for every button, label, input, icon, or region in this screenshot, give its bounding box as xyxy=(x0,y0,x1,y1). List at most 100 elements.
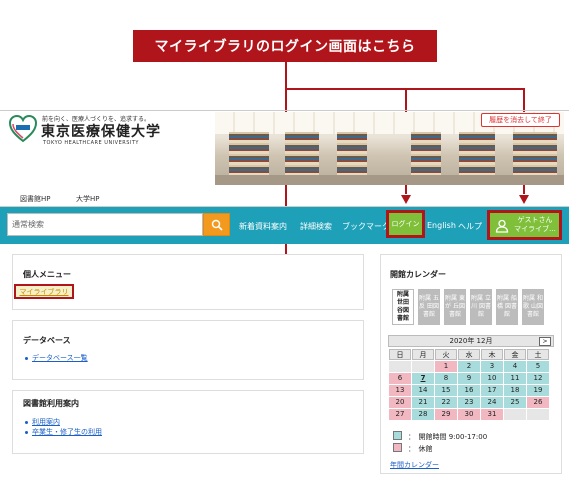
guest-line-1: ゲストさん xyxy=(517,216,553,224)
calendar-day: 6 xyxy=(389,373,411,384)
calendar-day: 7 xyxy=(412,373,434,384)
hero-shelf xyxy=(337,132,367,178)
hero-shelf xyxy=(285,132,319,178)
next-month-button[interactable]: > xyxy=(539,337,551,346)
university-logo[interactable]: 前を向く、医療人づくりを、追求する。 東京医療保健大学 TOKYO HEALTH… xyxy=(8,112,208,152)
logo-name: 東京医療保健大学 xyxy=(41,124,161,140)
user-icon xyxy=(495,219,509,233)
nav-english[interactable]: English xyxy=(427,221,456,230)
calendar-day: 14 xyxy=(412,385,434,396)
list-bullet xyxy=(25,357,28,360)
library-tab[interactable]: 附属 東が 丘図 書館 xyxy=(444,289,466,325)
calendar-day: 19 xyxy=(527,385,549,396)
calendar-day: 22 xyxy=(435,397,457,408)
login-button[interactable]: ログイン xyxy=(386,210,425,238)
calendar-day: 18 xyxy=(504,385,526,396)
calendar-day xyxy=(504,409,526,420)
calendar-day: 26 xyxy=(527,397,549,408)
library-tab[interactable]: 附属 世田 谷図 書館 xyxy=(392,289,414,325)
calendar-day: 21 xyxy=(412,397,434,408)
logo-name-en: TOKYO HEALTHCARE UNIVERSITY xyxy=(43,140,139,146)
calendar-day: 4 xyxy=(504,361,526,372)
calendar-day: 12 xyxy=(527,373,549,384)
hero-shelf xyxy=(459,132,495,178)
nav-new-arrivals[interactable]: 新着資料案内 xyxy=(239,221,287,232)
library-guide-title: 図書館利用案内 xyxy=(23,399,79,408)
calendar-day: 24 xyxy=(481,397,503,408)
library-tab[interactable]: 附属 五反 田図 書館 xyxy=(418,289,440,325)
calendar-day: 29 xyxy=(435,409,457,420)
guide-link-alumni[interactable]: 卒業生・修了生の利用 xyxy=(32,427,102,437)
calendar-month-header: 2020年 12月 > xyxy=(388,335,554,347)
calendar-day: 16 xyxy=(458,385,480,396)
calendar-month: 2020年 12月 xyxy=(449,337,493,345)
guest-line-2: マイライブ... xyxy=(514,225,556,233)
search-placeholder: 通常検索 xyxy=(12,220,44,229)
university-hp-link[interactable]: 大学HP xyxy=(76,194,100,204)
clear-history-logout-button[interactable]: 履歴を消去して終了 xyxy=(481,113,560,127)
library-tab[interactable]: 附属 立川 図書 館 xyxy=(470,289,492,325)
nav-help[interactable]: ヘルプ xyxy=(458,221,482,232)
hero-shelf xyxy=(513,132,557,178)
hero-shelf xyxy=(411,132,441,178)
hero-floor xyxy=(215,175,564,185)
annotation-banner: マイライブラリのログイン画面はこちら xyxy=(133,30,437,62)
weekday-header: 火 xyxy=(435,349,457,360)
calendar-day: 13 xyxy=(389,385,411,396)
calendar-day xyxy=(527,409,549,420)
list-bullet xyxy=(25,431,28,434)
connector-line xyxy=(285,62,287,88)
calendar-day: 30 xyxy=(458,409,480,420)
guide-link-usage[interactable]: 利用案内 xyxy=(32,417,60,427)
calendar-day: 9 xyxy=(458,373,480,384)
calendar-day: 31 xyxy=(481,409,503,420)
list-bullet xyxy=(25,421,28,424)
calendar-day: 1 xyxy=(435,361,457,372)
my-library-link[interactable]: マイライブラリ xyxy=(14,284,74,299)
legend-open-swatch xyxy=(393,431,402,440)
legend-closed-text: ： 休館 xyxy=(408,445,433,453)
calendar-day: 28 xyxy=(412,409,434,420)
calendar-day: 10 xyxy=(481,373,503,384)
library-tab[interactable]: 附属 船橋 図書 館 xyxy=(496,289,518,325)
weekday-header: 日 xyxy=(389,349,411,360)
external-links-bar: 図書館HP 大学HP xyxy=(0,190,569,207)
nav-advanced-search[interactable]: 詳細検索 xyxy=(300,221,332,232)
calendar-day: 23 xyxy=(458,397,480,408)
annual-calendar-link[interactable]: 年間カレンダー xyxy=(390,460,439,470)
calendar-day: 25 xyxy=(504,397,526,408)
guest-label: ゲストさん マイライブ... xyxy=(512,216,558,234)
weekday-header: 水 xyxy=(458,349,480,360)
calendar-day xyxy=(389,361,411,372)
calendar-title: 開館カレンダー xyxy=(390,270,446,279)
university-emblem-icon xyxy=(8,114,38,143)
library-hp-link[interactable]: 図書館HP xyxy=(20,194,51,204)
calendar-day: 3 xyxy=(481,361,503,372)
database-title: データベース xyxy=(23,336,71,345)
search-icon xyxy=(211,219,223,231)
personal-menu-panel xyxy=(12,254,364,310)
calendar-day: 8 xyxy=(435,373,457,384)
calendar-day: 27 xyxy=(389,409,411,420)
weekday-header: 月 xyxy=(412,349,434,360)
nav-bookmark[interactable]: ブックマーク xyxy=(342,221,390,232)
search-button[interactable] xyxy=(203,213,230,236)
hero-shelf xyxy=(229,132,269,178)
weekday-header: 木 xyxy=(481,349,503,360)
calendar-day: 20 xyxy=(389,397,411,408)
calendar-day: 17 xyxy=(481,385,503,396)
calendar-day: 11 xyxy=(504,373,526,384)
legend-closed-swatch xyxy=(393,443,402,452)
calendar-day: 5 xyxy=(527,361,549,372)
weekday-header: 金 xyxy=(504,349,526,360)
database-list-link[interactable]: データベース一覧 xyxy=(32,353,88,363)
library-tab[interactable]: 附属 和歌 山図 書館 xyxy=(522,289,544,325)
calendar-day xyxy=(412,361,434,372)
weekday-header: 土 xyxy=(527,349,549,360)
legend-open-text: ： 開館時間 9:00-17:00 xyxy=(408,433,488,441)
calendar-day: 15 xyxy=(435,385,457,396)
calendar-day: 2 xyxy=(458,361,480,372)
database-panel xyxy=(12,320,364,380)
search-input[interactable]: 通常検索 xyxy=(7,213,203,236)
guest-mylibrary-button[interactable]: ゲストさん マイライブ... xyxy=(487,210,562,240)
